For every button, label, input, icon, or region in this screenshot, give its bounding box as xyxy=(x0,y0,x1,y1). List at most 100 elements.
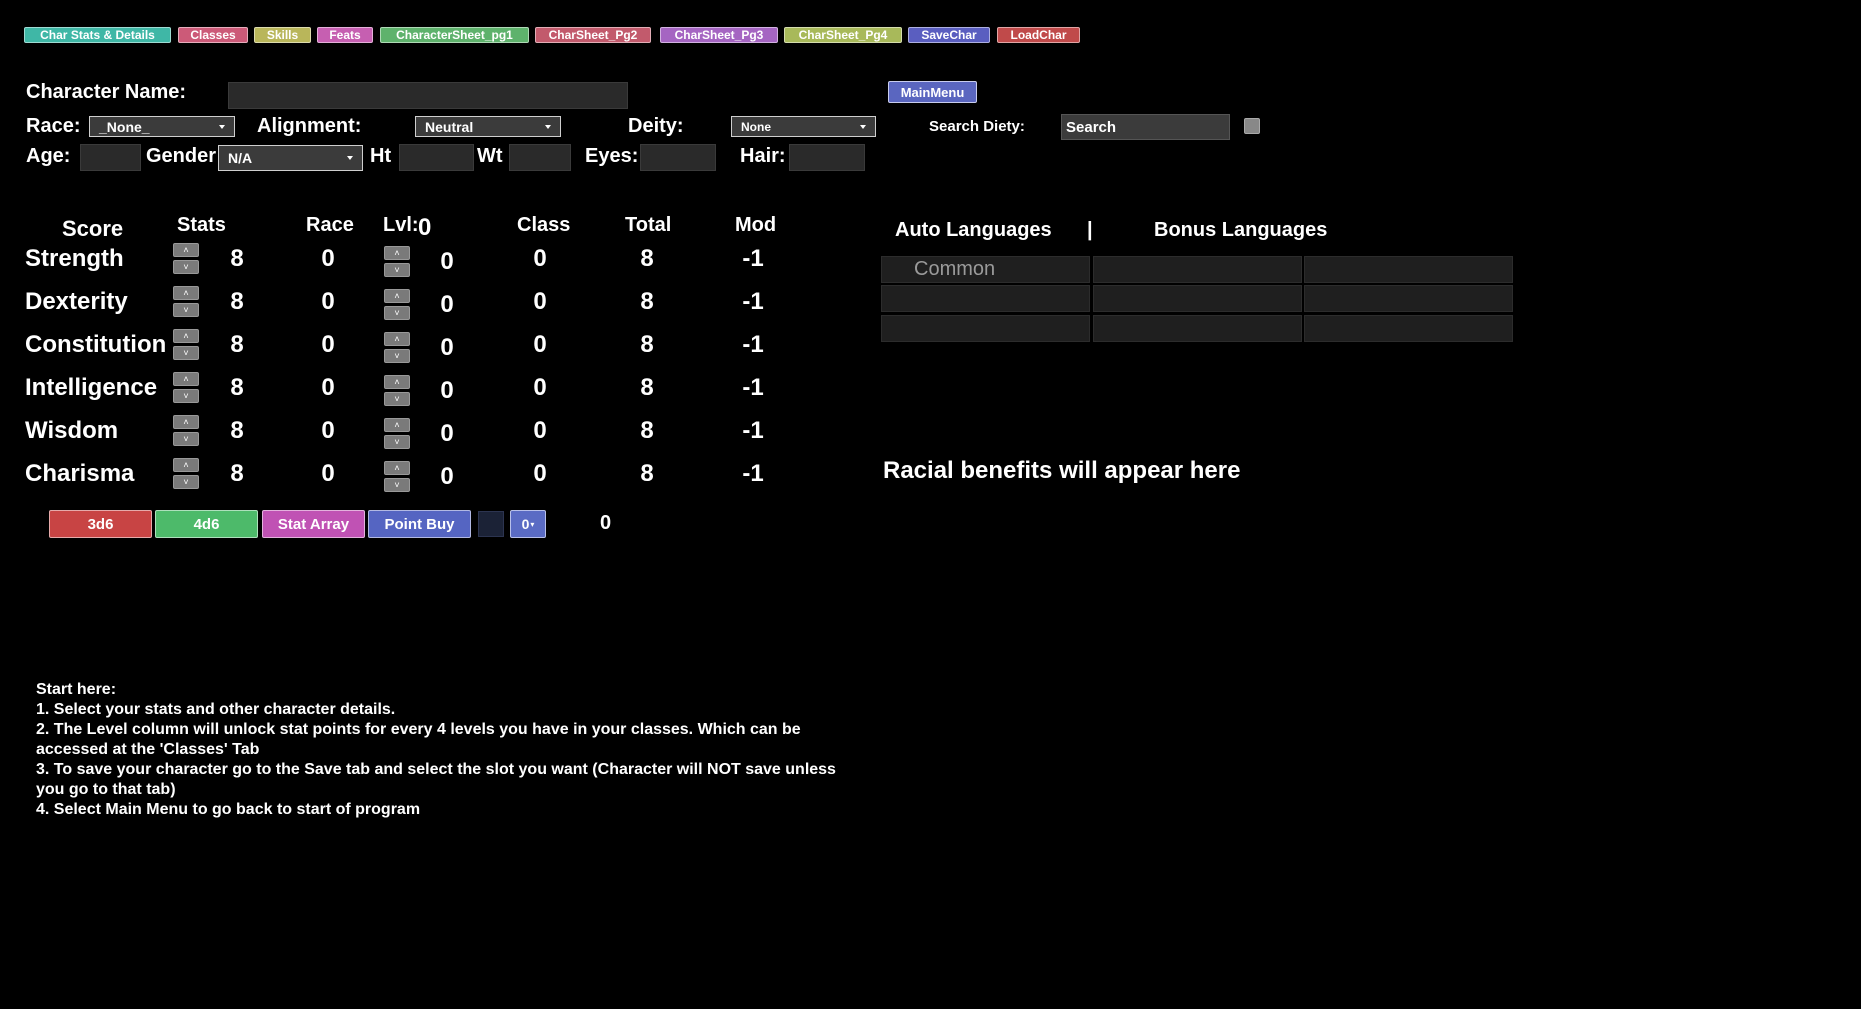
race-dropdown-value: _None_ xyxy=(99,118,150,135)
tab-charsheet-pg3[interactable]: CharSheet_Pg3 xyxy=(660,27,778,43)
tab-feats[interactable]: Feats xyxy=(317,27,373,43)
tab-charsheet-pg2[interactable]: CharSheet_Pg2 xyxy=(535,27,651,43)
height-input[interactable] xyxy=(399,144,474,171)
stat-class-value: 0 xyxy=(533,288,547,315)
level-decrease-button[interactable]: ˅ xyxy=(384,435,410,449)
stat-race-value: 0 xyxy=(321,417,335,444)
level-decrease-button[interactable]: ˅ xyxy=(384,478,410,492)
level-decrease-button[interactable]: ˅ xyxy=(384,392,410,406)
stat-decrease-button[interactable]: ˅ xyxy=(173,475,199,489)
tab-charsheet-pg4[interactable]: CharSheet_Pg4 xyxy=(784,27,902,43)
age-input[interactable] xyxy=(80,144,141,171)
language-cell[interactable] xyxy=(1304,256,1513,283)
stat-increase-button[interactable]: ˄ xyxy=(173,329,199,343)
stat-decrease-button[interactable]: ˅ xyxy=(173,389,199,403)
stat-increase-button[interactable]: ˄ xyxy=(173,415,199,429)
language-cell[interactable] xyxy=(1304,285,1513,312)
chevron-down-icon xyxy=(347,156,353,160)
stat-decrease-button[interactable]: ˅ xyxy=(173,260,199,274)
level-decrease-button[interactable]: ˅ xyxy=(384,306,410,320)
point-buy-slot[interactable] xyxy=(478,511,504,537)
roll-3d6-button[interactable]: 3d6 xyxy=(49,510,152,538)
stat-increase-button[interactable]: ˄ xyxy=(173,243,199,257)
stat-name: Charisma xyxy=(25,460,135,487)
deity-dropdown[interactable]: None xyxy=(731,116,876,137)
tab-loadchar[interactable]: LoadChar xyxy=(997,27,1080,43)
stat-mod-value: -1 xyxy=(742,288,764,315)
weight-input[interactable] xyxy=(509,144,571,171)
tab-classes[interactable]: Classes xyxy=(178,27,248,43)
auto-languages-header: Auto Languages xyxy=(895,219,1052,241)
stat-increase-button[interactable]: ˄ xyxy=(173,458,199,472)
deity-dropdown-value: None xyxy=(741,119,771,134)
level-increase-button[interactable]: ˄ xyxy=(384,375,410,389)
race-label: Race: xyxy=(26,115,81,137)
stat-base-value: 8 xyxy=(230,460,244,487)
level-increase-button[interactable]: ˄ xyxy=(384,332,410,346)
chevron-down-icon xyxy=(545,124,551,129)
stat-class-value: 0 xyxy=(533,331,547,358)
level-increase-button[interactable]: ˄ xyxy=(384,418,410,432)
chevron-down-icon xyxy=(860,124,866,129)
stat-decrease-button[interactable]: ˅ xyxy=(173,303,199,317)
stat-increase-button[interactable]: ˄ xyxy=(173,372,199,386)
stat-level-value: 0 xyxy=(440,420,454,447)
stat-total-value: 8 xyxy=(640,331,654,358)
search-deity-label: Search Diety: xyxy=(929,118,1025,135)
language-cell[interactable] xyxy=(881,285,1090,312)
alignment-label: Alignment: xyxy=(257,115,362,137)
deity-search-input[interactable] xyxy=(1061,114,1230,140)
eyes-label: Eyes: xyxy=(585,145,639,167)
stat-name: Constitution xyxy=(25,331,167,358)
stat-race-value: 0 xyxy=(321,288,335,315)
main-menu-button[interactable]: MainMenu xyxy=(888,81,977,103)
level-decrease-button[interactable]: ˅ xyxy=(384,263,410,277)
language-cell[interactable] xyxy=(1093,315,1302,342)
language-cell[interactable] xyxy=(1093,285,1302,312)
stat-base-value: 8 xyxy=(230,374,244,401)
deity-search-checkbox[interactable] xyxy=(1244,118,1260,134)
hair-input[interactable] xyxy=(789,144,865,171)
level-increase-button[interactable]: ˄ xyxy=(384,461,410,475)
stat-total-value: 8 xyxy=(640,460,654,487)
tab-skills[interactable]: Skills xyxy=(254,27,311,43)
gender-dropdown[interactable]: N/A xyxy=(218,145,363,171)
stats-header: Stats xyxy=(177,214,226,236)
total-header: Total xyxy=(625,214,672,236)
race-dropdown[interactable]: _None_ xyxy=(89,116,235,137)
race-header: Race xyxy=(306,214,354,236)
level-increase-button[interactable]: ˄ xyxy=(384,289,410,303)
tab-char-stats[interactable]: Char Stats & Details xyxy=(24,27,171,43)
eyes-input[interactable] xyxy=(640,144,716,171)
level-increase-button[interactable]: ˄ xyxy=(384,246,410,260)
instruction-step: 1. Select your stats and other character… xyxy=(36,701,396,718)
language-cell[interactable]: Common xyxy=(881,256,1090,283)
stat-level-value: 0 xyxy=(440,248,454,275)
racial-benefits-text: Racial benefits will appear here xyxy=(883,457,1241,484)
point-buy-button[interactable]: Point Buy xyxy=(368,510,471,538)
stat-name: Wisdom xyxy=(25,417,119,444)
stat-base-value: 8 xyxy=(230,245,244,272)
language-cell[interactable] xyxy=(881,315,1090,342)
alignment-dropdown[interactable]: Neutral xyxy=(415,116,561,137)
character-name-input[interactable] xyxy=(228,82,628,109)
stat-decrease-button[interactable]: ˅ xyxy=(173,432,199,446)
point-buy-dropdown[interactable]: 0 ▾ xyxy=(510,510,546,538)
stat-total-value: 8 xyxy=(640,374,654,401)
instruction-step: 2. The Level column will unlock stat poi… xyxy=(36,721,801,758)
stat-increase-button[interactable]: ˄ xyxy=(173,286,199,300)
stat-mod-value: -1 xyxy=(742,245,764,272)
stat-array-button[interactable]: Stat Array xyxy=(262,510,365,538)
tab-savechar[interactable]: SaveChar xyxy=(908,27,990,43)
stat-mod-value: -1 xyxy=(742,374,764,401)
stat-mod-value: -1 xyxy=(742,331,764,358)
level-decrease-button[interactable]: ˅ xyxy=(384,349,410,363)
stat-name: Dexterity xyxy=(25,288,128,315)
instruction-step: 3. To save your character go to the Save… xyxy=(36,761,836,798)
stat-decrease-button[interactable]: ˅ xyxy=(173,346,199,360)
language-cell[interactable] xyxy=(1304,315,1513,342)
roll-4d6-button[interactable]: 4d6 xyxy=(155,510,258,538)
language-cell[interactable] xyxy=(1093,256,1302,283)
gender-label: Gender xyxy=(146,145,217,167)
tab-charactersheet-pg1[interactable]: CharacterSheet_pg1 xyxy=(380,27,529,43)
